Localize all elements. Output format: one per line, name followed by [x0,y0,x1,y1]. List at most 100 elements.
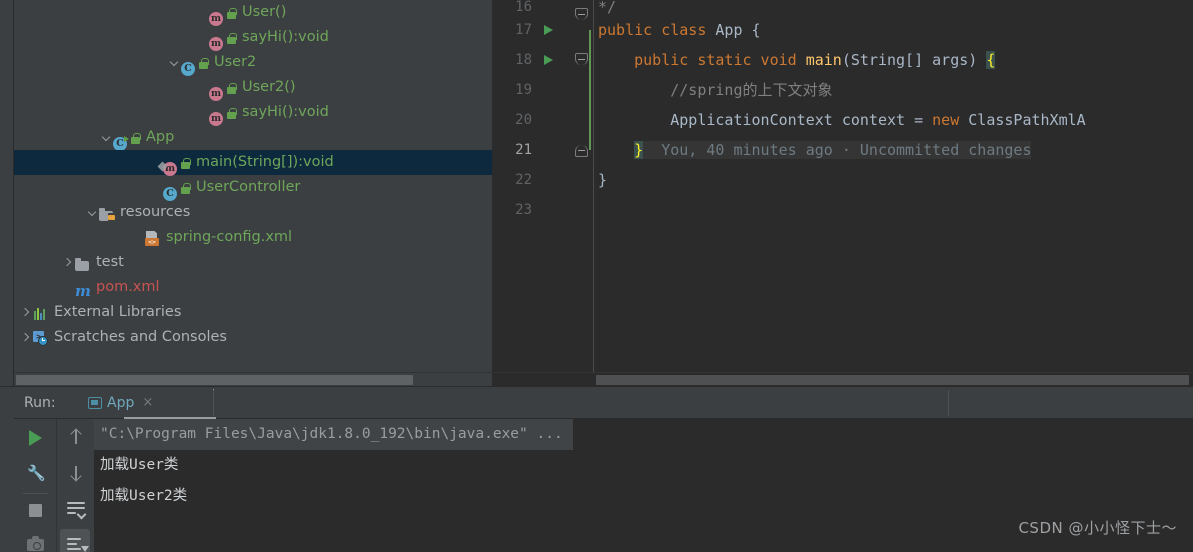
code-line[interactable]: 21 } You, 40 minutes ago · Uncommitted c… [494,135,1193,165]
project-tree-hscrollbar[interactable] [14,372,492,386]
code-line[interactable]: 18 public static void main(String[] args… [494,45,1193,75]
tabbar-divider-left [213,390,214,416]
project-tree[interactable]: m User() m sayHi():void C User2 m User2() m sayHi… [14,0,492,372]
console-line: "C:\Program Files\Java\jdk1.8.0_192\bin\… [94,419,1193,450]
camera-icon [27,536,44,551]
tree-row[interactable]: <> spring-config.xml [14,225,492,250]
code-token: { [751,21,761,39]
close-icon[interactable]: × [142,395,153,410]
method-icon: m [209,11,223,26]
separator-line [23,493,48,494]
tree-arrow-placeholder [196,25,209,50]
wrench-icon: 🔧 [27,464,46,482]
tree-row-label: sayHi():void [242,29,329,45]
folder-icon [75,255,91,271]
up-button[interactable] [57,419,94,455]
code-fold-icon[interactable] [575,53,588,65]
tree-row-label: External Libraries [54,304,182,320]
code-editor[interactable]: 16 */17 public class App {18 public static… [494,0,1193,372]
scratches-icon [33,330,49,346]
xml-file-icon: <> [145,230,161,246]
tree-row-label: resources [120,204,191,220]
tree-row[interactable]: C UserController [14,175,492,201]
run-gutter-icon[interactable] [544,55,553,65]
scroll-to-end-icon [67,538,89,552]
tree-arrow-placeholder [62,275,75,300]
chevron-right-icon[interactable] [20,325,33,350]
settings-button[interactable]: 🔧 [14,455,57,491]
editor-hscrollbar-thumb[interactable] [596,375,1189,385]
down-button[interactable] [57,455,94,491]
method-icon: m [209,86,223,101]
tree-row[interactable]: m sayHi():void [14,25,492,51]
tree-row-label: spring-config.xml [166,229,293,245]
tree-row[interactable]: C User2 [14,50,492,76]
tree-row-label: main(String[]):void [196,154,334,170]
tree-row[interactable]: m User() [14,0,492,26]
screenshot-button[interactable] [14,527,57,552]
maven-icon: m [75,281,91,300]
tree-row[interactable]: C App [14,125,492,151]
run-tab-app[interactable]: App × [82,387,216,419]
code-line[interactable]: 22} [494,165,1193,195]
tree-arrow-placeholder [150,175,163,200]
csdn-watermark: CSDN @小小怪下士～ [1018,519,1177,537]
code-line[interactable]: 20 ApplicationContext context = new Clas… [494,105,1193,135]
tree-arrow-placeholder [196,75,209,100]
line-number: 23 [515,202,532,218]
public-lock-icon [226,6,237,20]
run-tool-window: Run: App × 🔧 "C:\Program Files\Java\jdk1.… [0,386,1193,552]
tree-row-label: UserController [196,179,301,195]
tree-row[interactable]: resources [14,200,492,225]
chevron-right-icon[interactable] [62,250,75,275]
play-icon [29,430,42,446]
toolbar-separator [14,491,57,527]
chevron-down-icon[interactable] [100,125,113,150]
tree-row[interactable]: m main(String[]):void [14,150,492,176]
tree-arrow-placeholder [132,225,145,250]
tree-row-label: Scratches and Consoles [54,329,227,345]
tree-row[interactable]: m User2() [14,75,492,101]
class-icon: C [163,180,179,201]
code-line[interactable]: 23 [494,195,1193,225]
code-line[interactable]: 16 */ [494,0,1193,20]
code-token: class [661,21,716,39]
chevron-right-icon[interactable] [20,300,33,325]
code-token: You, 40 minutes ago · Uncommitted change… [643,141,1032,159]
project-tree-hscrollbar-thumb[interactable] [16,375,413,385]
tree-row[interactable]: test [14,250,492,275]
chevron-down-icon[interactable] [86,200,99,225]
code-text: //spring的上下文对象 [598,75,833,105]
tree-row-label: User() [242,4,287,20]
tree-row[interactable]: m pom.xml [14,275,492,300]
code-token: (String[] args) [841,51,987,69]
tree-row-label: sayHi():void [242,104,329,120]
public-lock-icon [226,81,237,95]
scroll-to-end-button[interactable] [57,527,94,552]
run-gutter-icon[interactable] [544,25,553,35]
method-icon: m [157,155,179,176]
tree-row[interactable]: Scratches and Consoles [14,325,492,350]
editor-hscrollbar[interactable] [494,372,1193,386]
code-line[interactable]: 19 //spring的上下文对象 [494,75,1193,105]
tree-row-label: User2 [214,54,257,70]
code-fold-icon[interactable] [575,145,588,157]
code-line[interactable]: 17 public class App { [494,15,1193,45]
resource-folder-icon [99,205,115,222]
run-toolbar-left: 🔧 [14,419,57,552]
line-number: 19 [515,82,532,98]
rerun-button[interactable] [14,419,57,455]
public-lock-icon [226,31,237,45]
tree-row[interactable]: External Libraries [14,300,492,325]
code-token: //spring的上下文对象 [598,81,833,99]
chevron-down-icon[interactable] [168,50,181,75]
soft-wrap-icon [67,502,85,516]
console-line-text: 加载User类 [100,457,179,473]
code-text: } [598,165,607,195]
tabbar-divider-right [948,390,949,416]
line-number: 16 [515,0,532,15]
soft-wrap-button[interactable] [57,491,94,527]
left-tool-strip [0,0,14,386]
line-number: 18 [515,52,532,68]
tree-row[interactable]: m sayHi():void [14,100,492,126]
